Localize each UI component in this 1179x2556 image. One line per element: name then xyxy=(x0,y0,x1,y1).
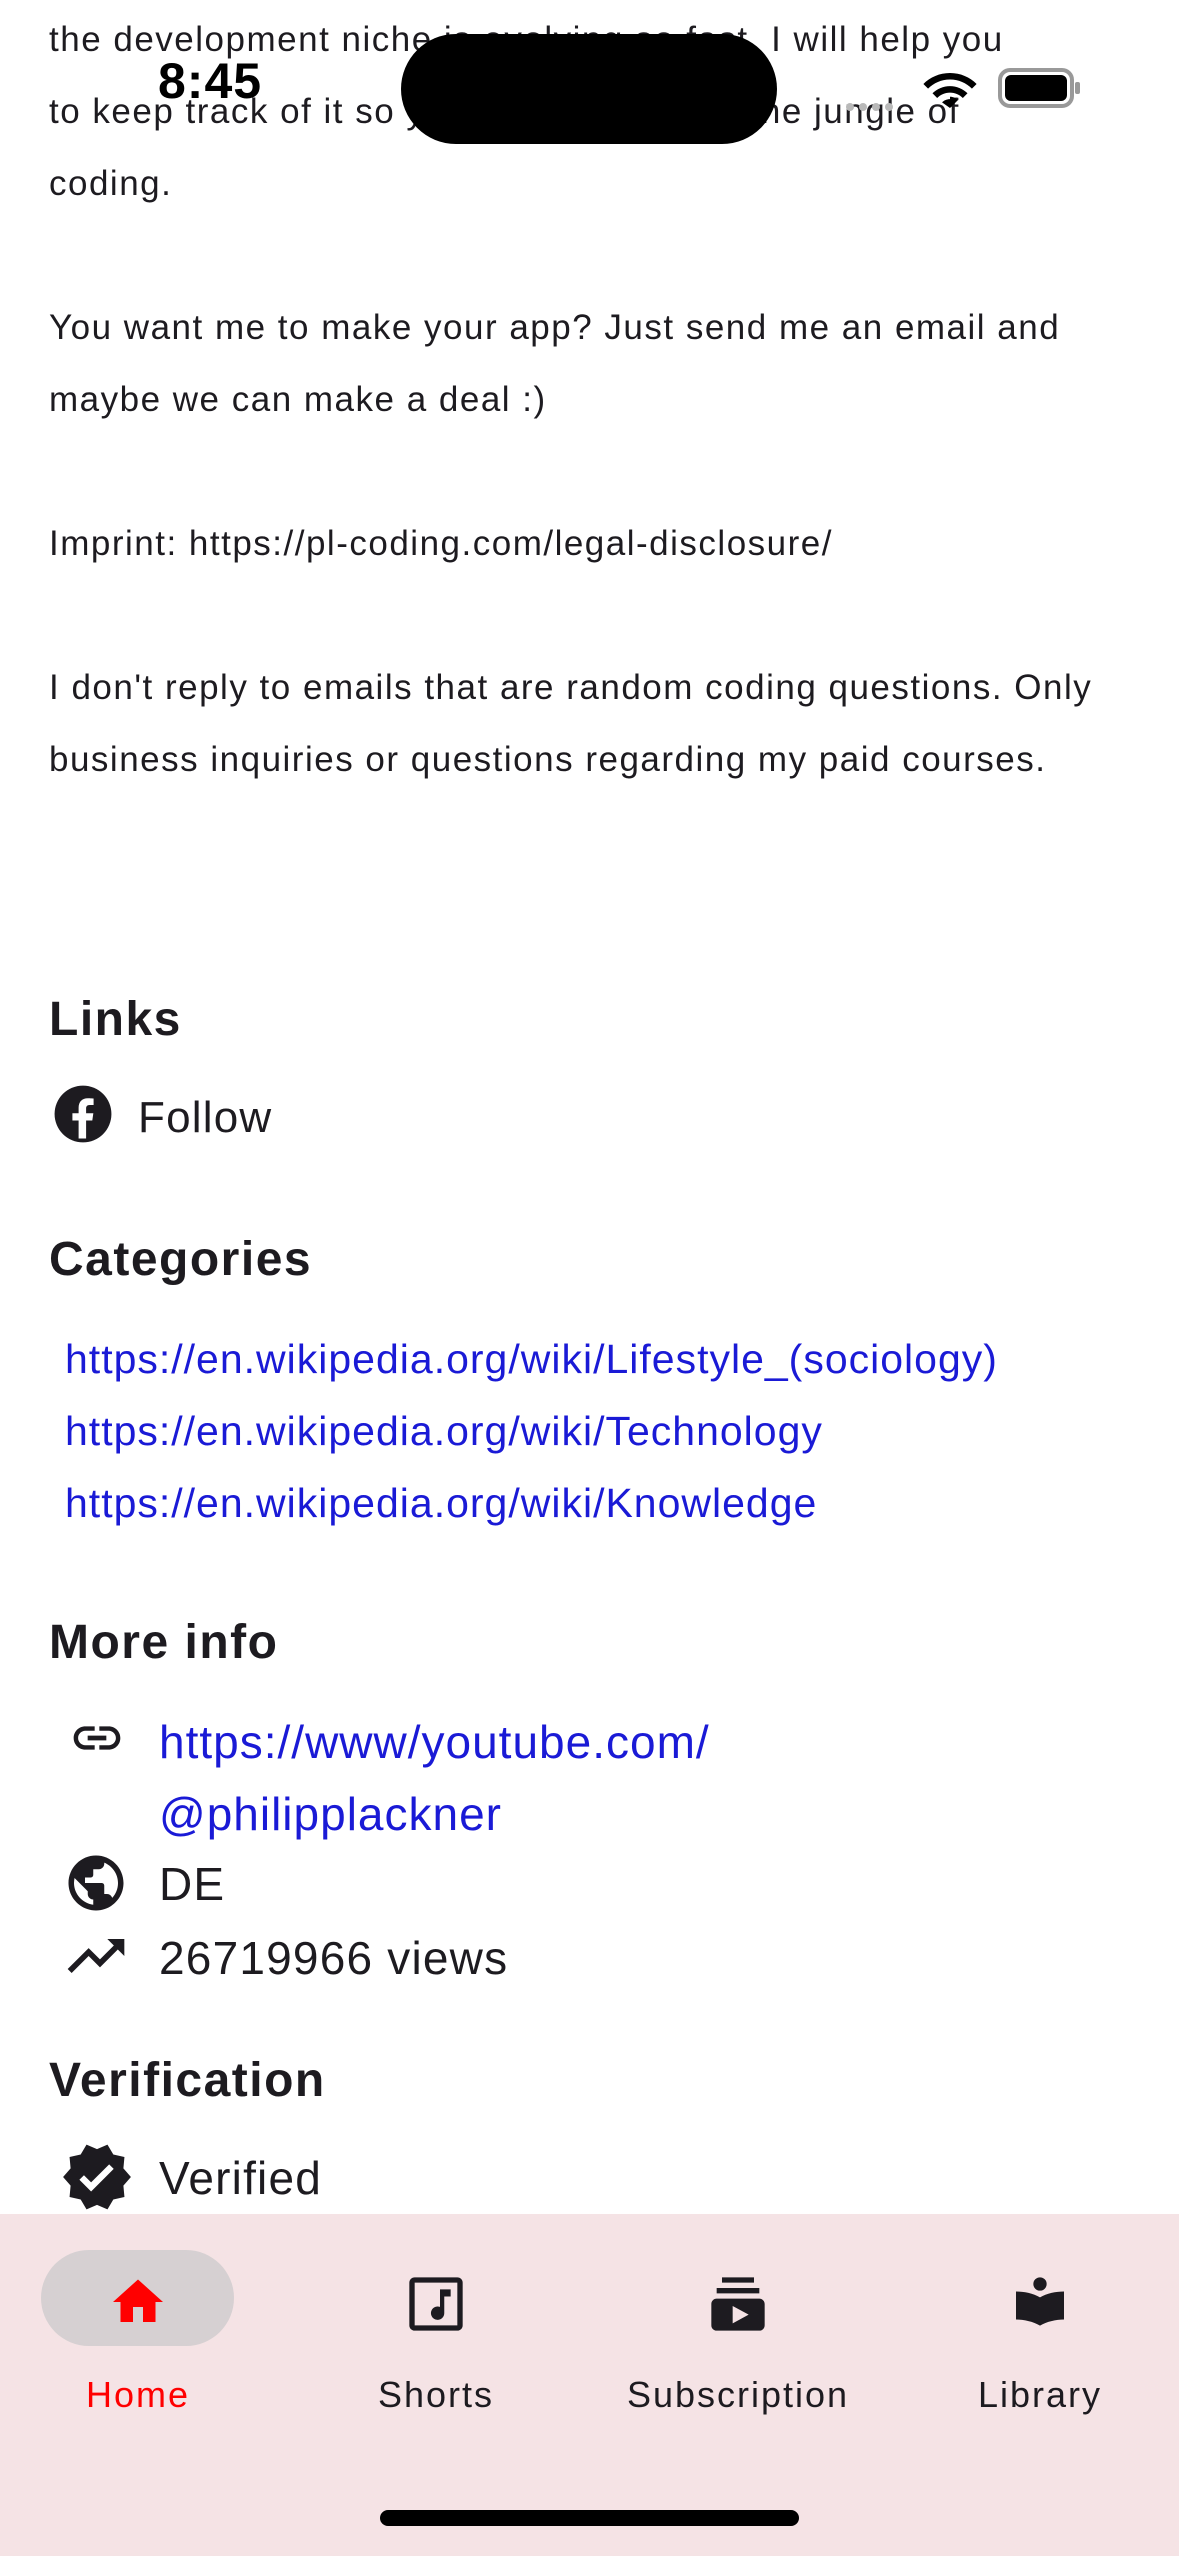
more-info-heading: More info xyxy=(49,1616,279,1669)
nav-item-shorts[interactable]: Shorts xyxy=(306,2250,566,2440)
home-icon xyxy=(113,2279,163,2322)
nav-item-home[interactable]: Home xyxy=(8,2250,268,2440)
views-count: 26719966 views xyxy=(159,1932,509,1984)
library-book-icon xyxy=(1016,2277,1064,2326)
about-text-imprint: Imprint: https://pl-coding.com/legal-dis… xyxy=(49,524,833,563)
nav-label-subscription: Subscription xyxy=(626,2374,850,2415)
category-link-lifestyle[interactable]: https://en.wikipedia.org/wiki/Lifestyle_… xyxy=(65,1323,998,1395)
country-value: DE xyxy=(159,1858,226,1910)
facebook-icon xyxy=(54,1085,112,1143)
nav-label-shorts: Shorts xyxy=(377,2374,495,2415)
dynamic-island xyxy=(401,34,777,144)
subscriptions-icon xyxy=(711,2277,765,2331)
categories-heading: Categories xyxy=(49,1233,313,1286)
signal-dots-icon xyxy=(846,98,898,116)
wifi-icon xyxy=(923,73,977,108)
nav-item-library[interactable]: Library xyxy=(910,2250,1170,2440)
trending-up-icon xyxy=(67,1939,125,1973)
about-line-3: coding. xyxy=(49,164,173,203)
verified-badge-icon xyxy=(63,2144,131,2210)
home-indicator xyxy=(380,2510,799,2526)
verified-label: Verified xyxy=(159,2152,323,2204)
category-link-knowledge[interactable]: https://en.wikipedia.org/wiki/Knowledge xyxy=(65,1467,817,1539)
bottom-navigation-bar: Home Shorts Subscription Library xyxy=(0,2214,1179,2556)
status-time: 8:45 xyxy=(158,53,263,109)
verification-heading: Verification xyxy=(49,2054,326,2107)
nav-item-subscription[interactable]: Subscription xyxy=(608,2250,868,2440)
links-heading: Links xyxy=(49,993,182,1046)
category-link-technology[interactable]: https://en.wikipedia.org/wiki/Technology xyxy=(65,1395,823,1467)
music-note-icon xyxy=(409,2277,463,2331)
nav-label-library: Library xyxy=(977,2374,1103,2415)
battery-icon xyxy=(998,68,1080,108)
channel-url-line1[interactable]: https://www/youtube.com/ xyxy=(159,1706,710,1778)
link-icon xyxy=(73,1726,121,1750)
globe-icon xyxy=(68,1855,124,1911)
channel-about-scroll[interactable]: the development niche is evolving so fas… xyxy=(0,0,1179,2214)
follow-label: Follow xyxy=(138,1093,273,1142)
about-text-reply: I don't reply to emails that are random … xyxy=(49,668,1093,779)
channel-url-line2[interactable]: @philipplackner xyxy=(159,1778,502,1850)
about-text-app: You want me to make your app? Just send … xyxy=(49,308,1061,419)
nav-label-home: Home xyxy=(85,2374,191,2415)
